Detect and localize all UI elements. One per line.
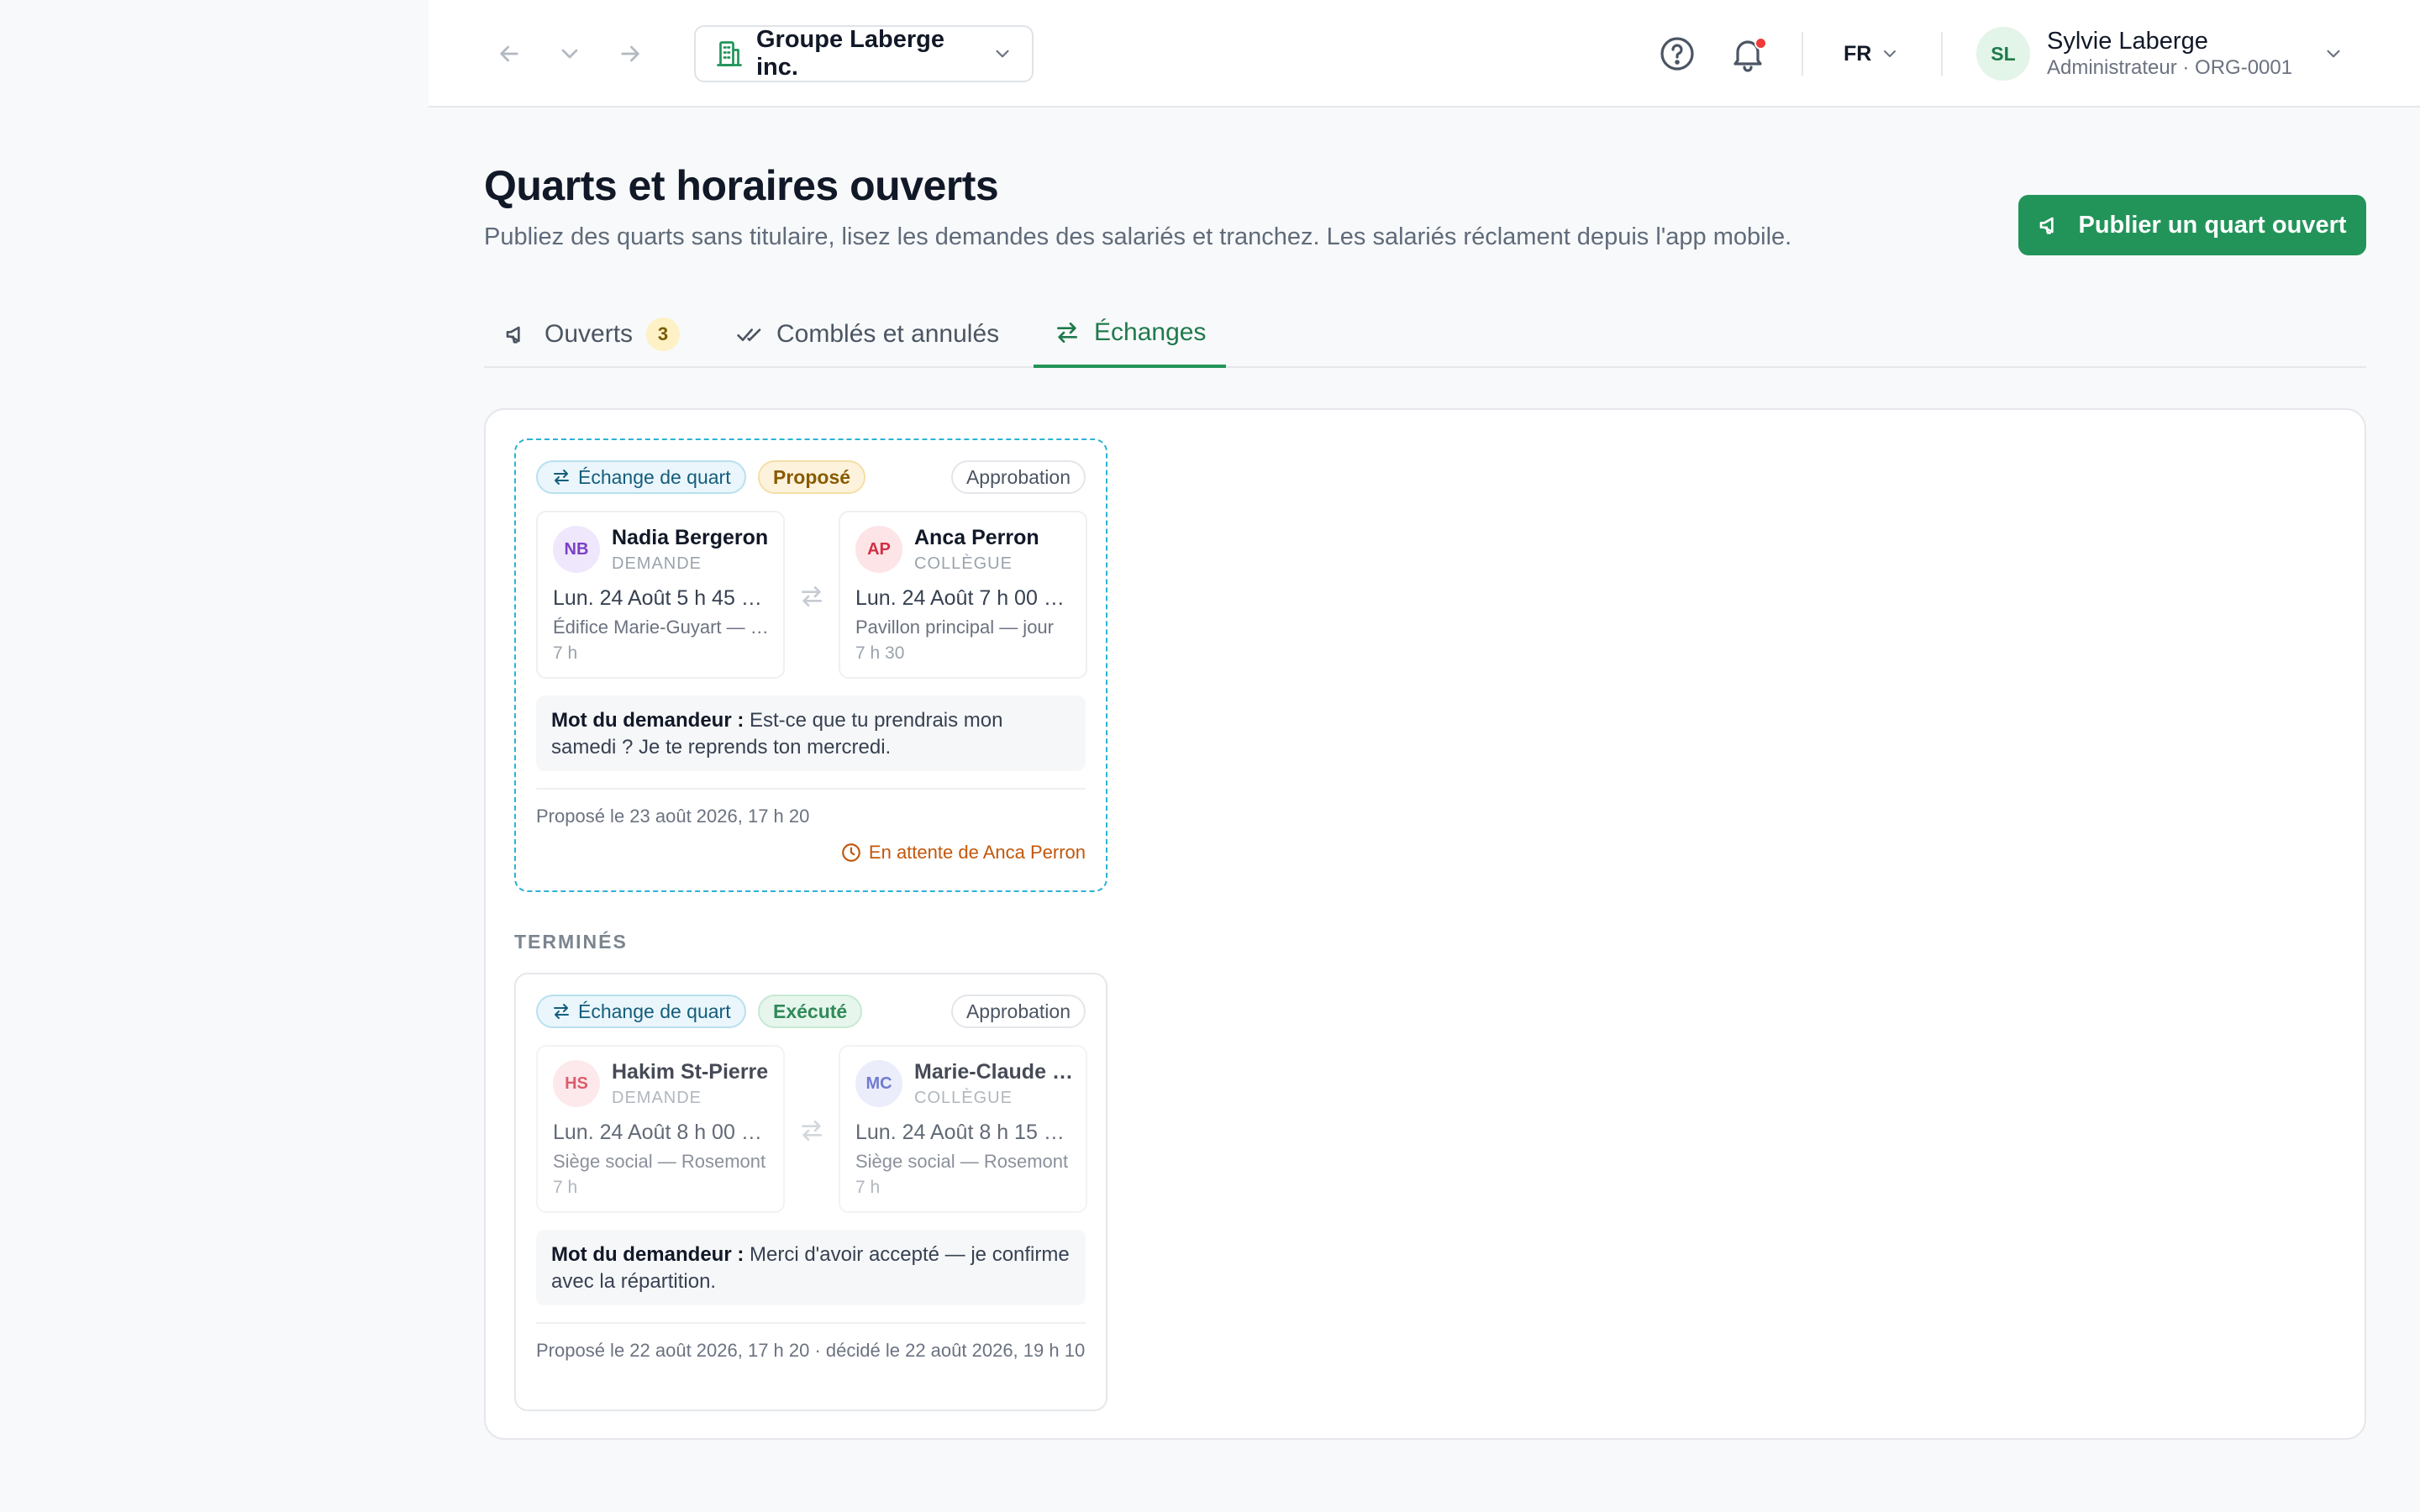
publish-open-shift-button[interactable]: Publier un quart ouvert [2018,195,2366,255]
avatar: HS [553,1060,600,1107]
requester-note: Mot du demandeur : Merci d'avoir accepté… [536,1230,1086,1305]
swap-icon [802,1121,822,1141]
proposed-meta: Proposé le 23 août 2026, 17 h 20 [536,806,810,827]
type-label: Échange de quart [578,1000,731,1022]
chevron-down-icon [1884,50,1897,57]
notification-dot [1754,37,1767,50]
waiting-text: En attente de Anca Perron [868,842,1086,863]
colleague-shift: AP Anca Perron COLLÈGUE Lun. 24 Août 7 h… [839,511,1087,679]
avatar: SL [1976,27,2030,81]
shift-location: Siège social — Rosemont [553,1151,766,1172]
chevron-down-icon [2327,50,2340,58]
help-circle-icon [1660,37,1694,71]
page-subtitle: Publiez des quarts sans titulaire, lisez… [484,223,1792,250]
tab-echanges[interactable]: Échanges [1034,301,1227,368]
megaphone-icon [2040,217,2054,234]
shift-duration: 7 h [553,1178,578,1197]
help-button[interactable] [1657,34,1697,74]
shift-location: Édifice Marie-Guyart — Québec [553,617,770,638]
swap-icon [1057,323,1077,343]
swaps-panel: Échange de quart Proposé Approbation NB … [484,408,2366,1440]
decided-meta: Proposé le 22 août 2026, 17 h 20 · décid… [536,1340,1086,1361]
section-heading-termines: TERMINÉS [514,931,628,953]
tab-combles-annules[interactable]: Comblés et annulés [736,301,999,368]
building-icon [717,41,742,66]
arrow-left-icon [500,45,518,62]
colleague-role: COLLÈGUE [914,1089,1013,1107]
shift-date: Lun. 24 Août 7 h 00 – 14 h 30 [855,586,1072,610]
divider [1802,32,1803,76]
megaphone-icon [506,326,520,344]
tab-label: Comblés et annulés [776,320,1000,348]
count-badge: 3 [646,318,681,351]
type-badge: Échange de quart [536,995,746,1028]
clock-icon [842,843,860,862]
requester-note: Mot du demandeur : Est-ce que tu prendra… [536,696,1086,771]
history-dropdown-button[interactable] [550,34,590,74]
tab-label: Ouverts [544,320,634,348]
avatar: NB [553,526,600,573]
chevron-down-icon [996,50,1009,58]
tab-label: Échanges [1094,318,1207,346]
approval-badge: Approbation [950,460,1086,494]
org-name: Groupe Laberge inc. [756,26,944,81]
swap-icon [554,1004,569,1019]
arrow-right-icon [621,45,639,62]
user-menu[interactable]: SL Sylvie Laberge Administrateur · ORG-0… [1976,24,2344,84]
colleague-name: Anca Perron [914,526,1039,549]
waiting-status: En attente de Anca Perron [840,842,1086,864]
approval-badge: Approbation [950,995,1086,1028]
forward-button[interactable] [610,34,650,74]
note-label: Mot du demandeur : [551,709,744,732]
requester-role: DEMANDE [612,1089,702,1107]
requester-name: Nadia Bergeron [612,526,769,549]
note-label: Mot du demandeur : [551,1243,744,1266]
swap-icon [802,586,822,606]
requester-name: Hakim St-Pierre [612,1060,769,1084]
sidebar [0,0,429,1512]
org-switcher[interactable]: Groupe Laberge inc. [694,25,1034,82]
divider [536,788,1086,790]
shift-duration: 7 h [553,643,578,663]
status-badge: Proposé [758,460,866,494]
language-switcher[interactable]: FR [1844,34,1900,74]
back-button[interactable] [489,34,529,74]
requester-role: DEMANDE [612,554,702,573]
shift-duration: 7 h [855,1178,881,1197]
shift-location: Siège social — Rosemont [855,1151,1069,1172]
requester-shift: NB Nadia Bergeron DEMANDE Lun. 24 Août 5… [536,511,785,679]
shift-date: Lun. 24 Août 8 h 00 – 15 h 00 [553,1121,770,1144]
avatar: AP [855,526,902,573]
shift-date: Lun. 24 Août 8 h 15 – 15 h 15 [855,1121,1072,1144]
requester-shift: HS Hakim St-Pierre DEMANDE Lun. 24 Août … [536,1045,785,1213]
chevron-down-icon [561,49,578,59]
language-label: FR [1844,41,1872,66]
user-name: Sylvie Laberge [2047,28,2208,55]
colleague-shift: MC Marie-Claude Gagnon COLLÈGUE Lun. 24 … [839,1045,1087,1213]
swap-card-pending[interactable]: Échange de quart Proposé Approbation NB … [514,438,1107,892]
colleague-role: COLLÈGUE [914,554,1013,573]
type-badge: Échange de quart [536,460,746,494]
double-check-icon [737,328,761,341]
page-title: Quarts et horaires ouverts [484,162,999,209]
tab-ouverts[interactable]: Ouverts 3 [504,301,681,368]
colleague-name: Marie-Claude Gagnon [914,1060,1076,1084]
swap-card-executed[interactable]: Échange de quart Exécuté Approbation HS … [514,973,1107,1411]
type-label: Échange de quart [578,465,731,488]
notifications-button[interactable] [1728,34,1768,74]
tab-bar: Ouverts 3 Comblés et annulés Échanges [484,301,2366,368]
avatar: MC [855,1060,902,1107]
divider [1941,32,1943,76]
divider [536,1322,1086,1324]
publish-button-label: Publier un quart ouvert [2078,211,2347,239]
shift-duration: 7 h 30 [855,643,905,663]
swap-icon [554,470,569,485]
user-role: Administrateur · ORG-0001 [2047,56,2293,79]
shift-location: Pavillon principal — jour [855,617,1054,638]
top-bar: Groupe Laberge inc. FR SL Sylvie Laberge… [429,0,2420,108]
shift-date: Lun. 24 Août 5 h 45 – 13 h 15 [553,586,770,610]
status-badge: Exécuté [758,995,863,1028]
